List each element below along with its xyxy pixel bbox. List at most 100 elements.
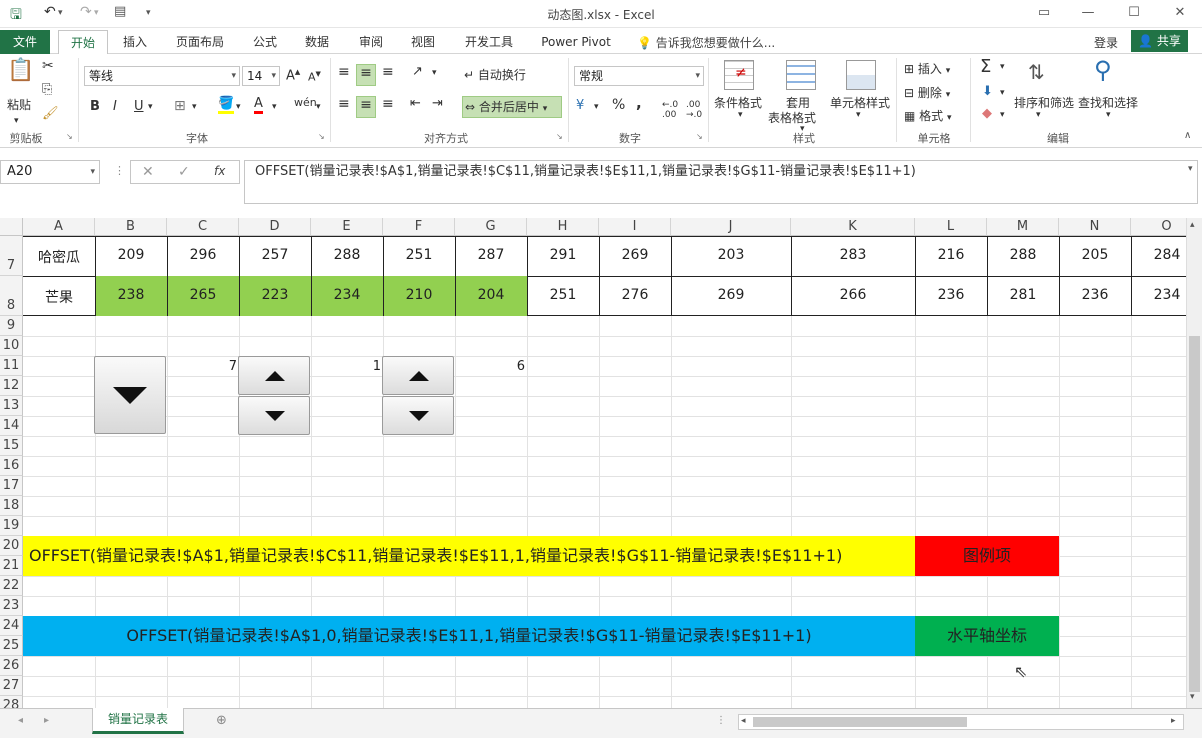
- axis-label-cell[interactable]: 水平轴坐标: [915, 616, 1059, 656]
- cell-g11[interactable]: 6: [455, 359, 525, 374]
- minimize-button[interactable]: —: [1068, 2, 1108, 24]
- align-top-icon[interactable]: ≡: [338, 64, 350, 80]
- add-sheet-icon[interactable]: ⊕: [216, 713, 227, 728]
- phonetic-icon[interactable]: wén: [294, 96, 317, 109]
- find-icon[interactable]: ⚲: [1094, 56, 1112, 84]
- paste-label[interactable]: 粘贴: [7, 96, 31, 113]
- table-cell[interactable]: 296: [167, 247, 239, 263]
- prev-sheet-icon[interactable]: ◂: [18, 715, 23, 726]
- column-header-k[interactable]: K: [791, 218, 915, 236]
- bold-button[interactable]: B: [90, 99, 100, 114]
- sort-filter-label[interactable]: 排序和筛选: [1014, 94, 1074, 111]
- scroll-down-icon[interactable]: ▾: [1190, 692, 1195, 702]
- alignment-launcher-icon[interactable]: ↘: [556, 132, 563, 141]
- table-format-label-2[interactable]: 表格格式: [768, 109, 816, 126]
- column-header-h[interactable]: H: [527, 218, 599, 236]
- row-header-11[interactable]: 11: [0, 356, 23, 376]
- table-cell[interactable]: 266: [791, 287, 915, 303]
- close-button[interactable]: ✕: [1160, 2, 1200, 24]
- table-cell[interactable]: 288: [987, 247, 1059, 263]
- expand-formula-icon[interactable]: ▾: [1188, 164, 1193, 174]
- table-cell[interactable]: 205: [1059, 247, 1131, 263]
- orientation-icon[interactable]: ↗: [412, 64, 423, 79]
- tab-home[interactable]: 开始: [58, 30, 108, 54]
- currency-icon[interactable]: ¥: [576, 98, 584, 113]
- row-header-13[interactable]: 13: [0, 396, 23, 416]
- font-color-icon[interactable]: A: [254, 96, 263, 114]
- table-cell[interactable]: 265: [167, 287, 239, 303]
- table-cell[interactable]: 269: [671, 287, 791, 303]
- format-cells-button[interactable]: ▦ 格式 ▾: [904, 107, 952, 124]
- row-header-24[interactable]: 24: [0, 616, 23, 636]
- tell-me-box[interactable]: 💡 告诉我您想要做什么...: [637, 34, 775, 51]
- ribbon-display-icon[interactable]: ▭: [1024, 2, 1064, 24]
- axis-formula-cell[interactable]: OFFSET(销量记录表!$A$1,0,销量记录表!$E$11,1,销量记录表!…: [23, 616, 915, 656]
- insert-cells-button[interactable]: ⊞ 插入 ▾: [904, 60, 950, 77]
- row-header-20[interactable]: 20: [0, 536, 23, 556]
- cell-styles-label[interactable]: 单元格样式: [830, 94, 890, 111]
- scroll-thumb[interactable]: [1189, 336, 1200, 692]
- column-header-e[interactable]: E: [311, 218, 383, 236]
- paste-dropdown-icon[interactable]: ▾: [14, 116, 19, 126]
- row-header-18[interactable]: 18: [0, 496, 23, 516]
- table-cell[interactable]: 284: [1131, 247, 1186, 263]
- row-header-9[interactable]: 9: [0, 316, 23, 336]
- row-label-mango[interactable]: 芒果: [23, 287, 95, 307]
- row-header-28[interactable]: 28: [0, 696, 23, 708]
- table-cell[interactable]: 236: [1059, 287, 1131, 303]
- table-cell[interactable]: 204: [455, 287, 527, 303]
- italic-button[interactable]: I: [113, 99, 117, 114]
- shrink-font-icon[interactable]: A▼: [308, 70, 321, 84]
- conditional-format-label[interactable]: 条件格式: [714, 94, 762, 111]
- font-launcher-icon[interactable]: ↘: [318, 132, 325, 141]
- split-handle-icon[interactable]: ⋮: [716, 715, 726, 726]
- row-header-8[interactable]: 8: [0, 276, 23, 316]
- merge-center-button[interactable]: ⇔ 合并后居中 ▾: [462, 96, 562, 118]
- column-header-b[interactable]: B: [95, 218, 167, 236]
- align-right-icon[interactable]: ≡: [382, 96, 394, 112]
- name-box[interactable]: A20 ▾: [0, 160, 100, 184]
- clipboard-launcher-icon[interactable]: ↘: [66, 132, 73, 141]
- cell-e11[interactable]: 1: [311, 359, 381, 374]
- cell-styles-dropdown-icon[interactable]: ▾: [856, 110, 861, 120]
- tab-insert[interactable]: 插入: [114, 30, 156, 54]
- enter-icon[interactable]: ✓: [178, 164, 190, 180]
- column-header-d[interactable]: D: [239, 218, 311, 236]
- column-header-m[interactable]: M: [987, 218, 1059, 236]
- increase-decimal-icon[interactable]: ←.0.00: [662, 100, 678, 120]
- align-middle-icon[interactable]: ≡: [356, 64, 376, 86]
- copy-icon[interactable]: ⎘: [42, 82, 52, 97]
- comma-button[interactable]: ,: [636, 94, 642, 112]
- column-header-l[interactable]: L: [915, 218, 987, 236]
- decrease-decimal-icon[interactable]: .00 →.0: [686, 100, 702, 120]
- autosum-icon[interactable]: Σ: [980, 56, 991, 77]
- font-color-dropdown-icon[interactable]: ▾: [272, 102, 277, 112]
- table-cell[interactable]: 238: [95, 287, 167, 303]
- number-format-select[interactable]: 常规 ▾: [574, 66, 704, 86]
- clear-dropdown-icon[interactable]: ▾: [1000, 110, 1005, 120]
- delete-cells-button[interactable]: ⊟ 删除 ▾: [904, 84, 950, 101]
- underline-button[interactable]: U: [134, 99, 144, 114]
- tab-view[interactable]: 视图: [402, 30, 444, 54]
- table-cell[interactable]: 257: [239, 247, 311, 263]
- sheet-tab-sales[interactable]: 销量记录表: [92, 708, 184, 734]
- table-cell[interactable]: 291: [527, 247, 599, 263]
- collapse-ribbon-icon[interactable]: ∧: [1184, 130, 1191, 141]
- row-header-12[interactable]: 12: [0, 376, 23, 396]
- legend-label-cell[interactable]: 图例项: [915, 536, 1059, 576]
- paste-icon[interactable]: 📋: [6, 58, 36, 96]
- table-cell[interactable]: 281: [987, 287, 1059, 303]
- spinner-down-button-2[interactable]: [382, 396, 454, 435]
- font-size-select[interactable]: 14 ▾: [242, 66, 280, 86]
- row-header-27[interactable]: 27: [0, 676, 23, 696]
- table-cell[interactable]: 209: [95, 247, 167, 263]
- scroll-left-icon[interactable]: ◂: [741, 716, 746, 726]
- cell-styles-icon[interactable]: [846, 60, 876, 90]
- fill-color-icon[interactable]: 🪣: [218, 96, 235, 114]
- table-cell[interactable]: 288: [311, 247, 383, 263]
- align-bottom-icon[interactable]: ≡: [382, 64, 394, 80]
- formula-input[interactable]: OFFSET(销量记录表!$A$1,销量记录表!$C$11,销量记录表!$E$1…: [244, 160, 1198, 204]
- table-cell[interactable]: 287: [455, 247, 527, 263]
- sort-filter-icon[interactable]: ⇅: [1028, 60, 1045, 84]
- tab-power-pivot[interactable]: Power Pivot: [534, 30, 618, 54]
